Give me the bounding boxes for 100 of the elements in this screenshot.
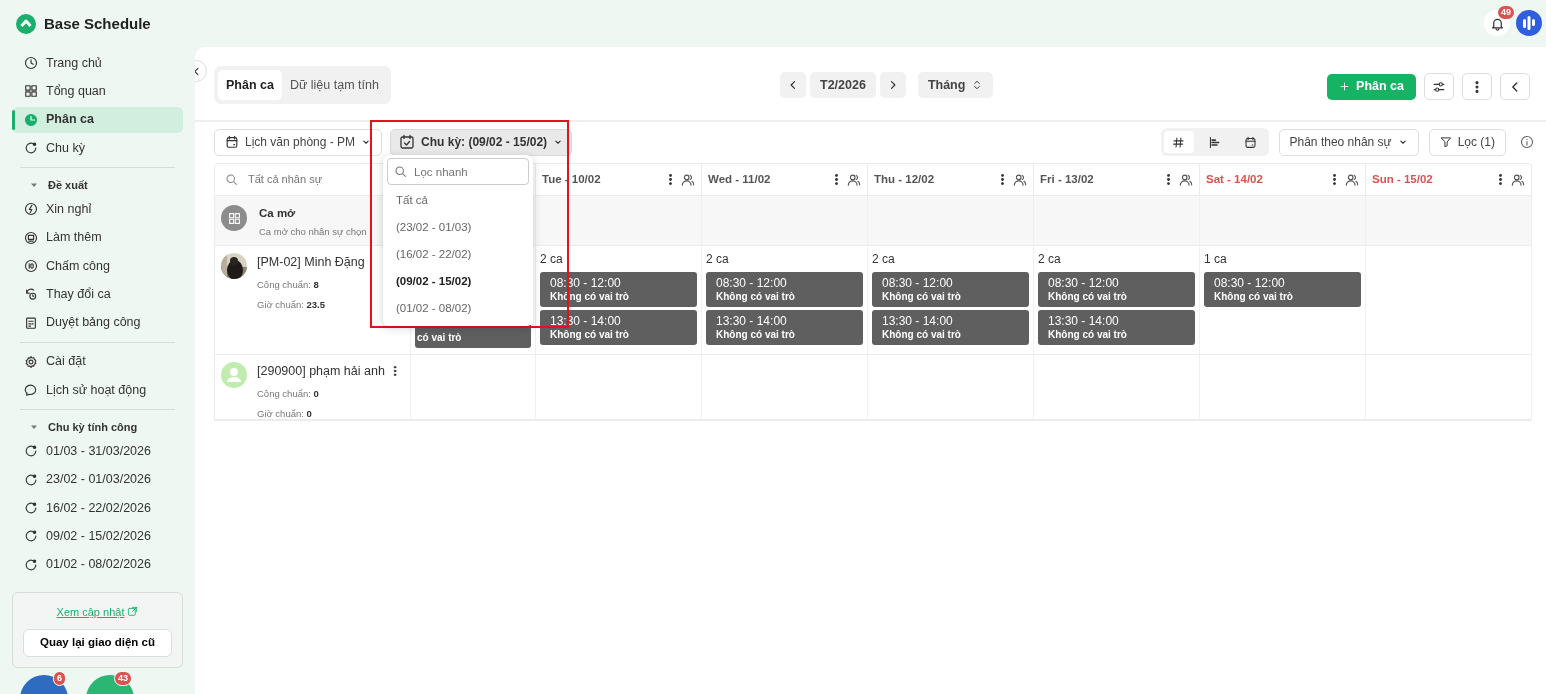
filter-button[interactable]: Lọc (1) xyxy=(1428,128,1506,156)
assign-staff-button[interactable] xyxy=(1511,172,1525,187)
cycle-icon xyxy=(24,472,38,487)
assign-staff-button[interactable] xyxy=(1345,172,1359,187)
monitor-icon xyxy=(24,230,38,245)
people-icon xyxy=(1179,172,1193,187)
day-label: Fri - 13/02 xyxy=(1040,171,1095,187)
employee-name: [290900] phạm hải anh xyxy=(257,363,385,380)
sidebar-item[interactable]: Xin nghỉ xyxy=(12,196,183,223)
sidebar-item[interactable]: 01/03 - 31/03/2026 xyxy=(12,438,183,465)
section-header[interactable]: Đề xuất xyxy=(12,174,183,197)
day-label: Tue - 10/02 xyxy=(542,171,602,187)
sidebar-item[interactable]: Lịch sử hoạt động xyxy=(12,377,183,404)
settings-button[interactable] xyxy=(1424,73,1454,100)
day-label: Thu - 12/02 xyxy=(874,171,936,187)
external-link-icon xyxy=(127,606,139,618)
clock-icon xyxy=(24,56,38,70)
section-header[interactable]: Chu kỳ tính công xyxy=(12,416,183,439)
sidebar-item[interactable]: Trang chủ xyxy=(12,50,183,76)
view-toggle[interactable] xyxy=(1163,131,1194,153)
sidebar-item[interactable]: Phân ca xyxy=(12,106,183,133)
shift-card[interactable]: 13:30 - 14:00 Không có vai trò xyxy=(872,310,1029,345)
cycle-select[interactable]: Chu kỳ: (09/02 - 15/02) xyxy=(390,128,573,156)
filter-icon xyxy=(1439,136,1452,148)
swap-icon xyxy=(24,287,38,302)
chevron-down-icon xyxy=(1397,137,1408,147)
sheet-icon xyxy=(24,315,38,330)
sidebar-item[interactable]: Thay đổi ca xyxy=(12,281,183,308)
employee-name: [PM-02] Minh Đặng xyxy=(257,254,365,271)
calendar-icon xyxy=(1244,135,1257,149)
cycle-icon xyxy=(24,557,38,572)
notifications-button[interactable] xyxy=(1484,10,1510,36)
shift-card[interactable]: 13:30 - 14:00 Không có vai trò xyxy=(1038,310,1195,345)
view-mode-select[interactable]: Tháng xyxy=(917,72,994,98)
calendar-icon xyxy=(225,135,239,149)
quick-filter-field[interactable]: Lọc nhanh xyxy=(387,158,529,185)
id-icon xyxy=(24,258,38,273)
sidebar-item[interactable]: Tổng quan xyxy=(12,78,183,105)
search-icon xyxy=(394,165,407,178)
hash-icon xyxy=(1172,135,1185,149)
notification-count: 49 xyxy=(1498,6,1514,19)
assign-staff-button[interactable] xyxy=(847,172,861,187)
cycle-icon xyxy=(24,141,38,156)
old-ui-button[interactable]: Quay lại giao diện cũ xyxy=(23,629,172,657)
bars-icon xyxy=(1208,135,1221,149)
sidebar-item[interactable]: 16/02 - 22/02/2026 xyxy=(12,494,183,521)
shift-card[interactable]: 08:30 - 12:00 Không có vai trò xyxy=(706,272,863,307)
group-by-select[interactable]: Phân theo nhân sự xyxy=(1278,128,1419,156)
shift-count: 2 ca xyxy=(540,252,564,267)
sidebar-item[interactable]: Chấm công xyxy=(12,252,183,279)
layout-icon xyxy=(227,211,241,225)
people-icon xyxy=(847,172,861,187)
sidebar-item[interactable]: Chu kỳ xyxy=(12,135,183,162)
app-title: Base Schedule xyxy=(44,13,151,34)
sidebar-item[interactable]: 01/02 - 08/02/2026 xyxy=(12,551,183,578)
sidebar-item[interactable]: Làm thêm xyxy=(12,224,183,251)
grid-icon xyxy=(24,84,38,99)
clock-icon xyxy=(24,112,38,127)
assign-staff-button[interactable] xyxy=(1179,172,1193,187)
info-icon xyxy=(1520,135,1534,149)
shift-count: 2 ca xyxy=(872,252,896,267)
assign-staff-button[interactable] xyxy=(681,172,695,187)
shift-card[interactable]: 08:30 - 12:00 Không có vai trò xyxy=(1204,272,1361,307)
sidebar-item[interactable]: 23/02 - 01/03/2026 xyxy=(12,466,183,493)
shift-count: 1 ca xyxy=(1204,252,1228,267)
tab[interactable]: Phân ca xyxy=(218,69,282,101)
employee-stat: Giờ chuẩn: 23.5 xyxy=(257,298,327,312)
period-button[interactable]: T2/2026 xyxy=(810,72,876,98)
chat-icon xyxy=(24,383,38,398)
shift-card[interactable]: 13:30 - 14:00 Không có vai trò xyxy=(706,310,863,345)
assign-staff-button[interactable] xyxy=(1013,172,1027,187)
tab[interactable]: Dữ liệu tạm tính xyxy=(281,69,387,101)
plus-icon xyxy=(1339,81,1351,92)
sidebar-item[interactable]: 09/02 - 15/02/2026 xyxy=(12,523,183,550)
collapse-panel-button[interactable] xyxy=(1500,73,1530,100)
calendar-check-icon xyxy=(399,134,416,150)
employee-stat: Công chuẩn: 0 xyxy=(257,386,320,401)
people-icon xyxy=(1013,172,1027,187)
shift-count: 2 ca xyxy=(1038,252,1062,267)
shift-card[interactable]: 08:30 - 12:00 Không có vai trò xyxy=(1038,272,1195,307)
badge-count: 43 xyxy=(114,670,132,686)
logo-icon xyxy=(16,14,36,34)
chevron-down-icon xyxy=(553,137,564,147)
sliders-icon xyxy=(1432,79,1446,94)
more-button[interactable] xyxy=(1462,73,1492,100)
shift-card[interactable]: 08:30 - 12:00 Không có vai trò xyxy=(872,272,1029,307)
shift-count: 2 ca xyxy=(706,252,730,267)
search-icon xyxy=(225,173,238,186)
cycle-icon xyxy=(24,444,38,459)
app-logo-icon[interactable] xyxy=(1516,10,1542,36)
calendar-select[interactable]: Lịch văn phòng - PM xyxy=(214,128,383,156)
settings-icon xyxy=(24,354,38,369)
people-icon xyxy=(1345,172,1359,187)
open-shift-title: Ca mở xyxy=(259,206,297,221)
employee-stat: Giờ chuẩn: 0 xyxy=(257,407,313,421)
badge-count: 6 xyxy=(53,670,66,686)
sidebar-item[interactable]: Duyệt bảng công xyxy=(12,309,183,336)
day-label: Wed - 11/02 xyxy=(708,171,772,187)
sidebar-item[interactable]: Cài đặt xyxy=(12,348,183,375)
people-icon xyxy=(681,172,695,187)
